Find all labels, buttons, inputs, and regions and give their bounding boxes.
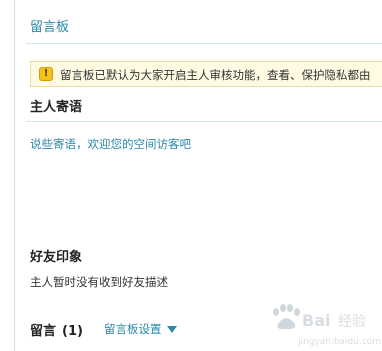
baidu-watermark: Bai 经验 jingyan.baidu.com bbox=[273, 304, 381, 347]
warning-icon: ! bbox=[39, 67, 53, 81]
board-settings-label: 留言板设置 bbox=[104, 322, 162, 336]
svg-text:经验: 经验 bbox=[338, 314, 366, 330]
messages-title-label: 留言 bbox=[30, 324, 57, 339]
host-message-title: 主人寄语 bbox=[30, 100, 83, 115]
friend-impression-title: 好友印象 bbox=[30, 250, 83, 265]
board-settings-button[interactable]: 留言板设置 bbox=[104, 321, 177, 337]
caret-down-icon bbox=[166, 326, 177, 333]
notice-text: 留言板已默认为大家开启主人审核功能，查看、保护隐私都由 bbox=[60, 68, 371, 82]
watermark-url: jingyan.baidu.com bbox=[297, 337, 381, 347]
messages-count: (1) bbox=[62, 324, 83, 339]
messages-title: 留言 (1) bbox=[30, 320, 83, 339]
breadcrumb[interactable]: 留言板 bbox=[30, 16, 69, 35]
header-divider bbox=[26, 43, 382, 44]
message-board-page: 留言板 ! 留言板已默认为大家开启主人审核功能，查看、保护隐私都由 主人寄语 说… bbox=[0, 0, 382, 351]
host-message-divider bbox=[26, 121, 382, 122]
left-border bbox=[14, 0, 15, 351]
svg-text:Bai: Bai bbox=[302, 311, 330, 330]
host-message-link[interactable]: 说些寄语，欢迎您的空间访客吧 bbox=[30, 136, 191, 152]
notice-banner: ! 留言板已默认为大家开启主人审核功能，查看、保护隐私都由 bbox=[30, 61, 382, 87]
friend-impression-text: 主人暂时没有收到好友描述 bbox=[30, 275, 168, 289]
